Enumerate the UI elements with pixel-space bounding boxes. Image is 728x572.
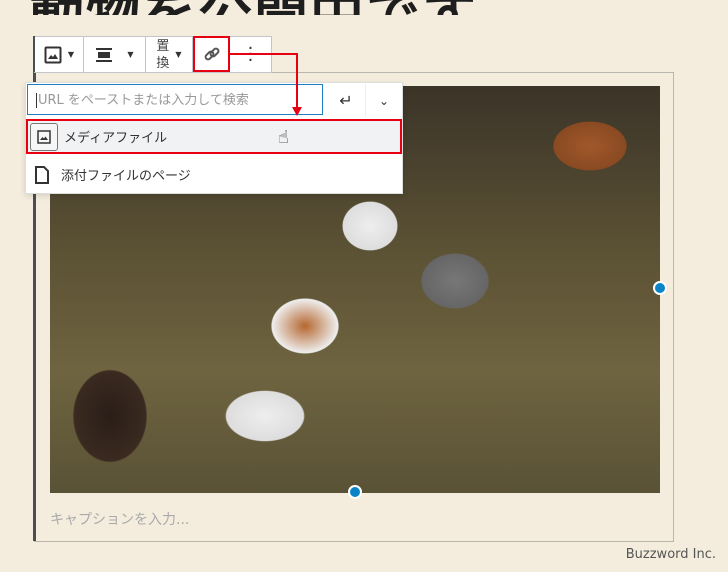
annotation-arrow — [228, 53, 302, 116]
credit-text: Buzzword Inc. — [625, 547, 716, 562]
